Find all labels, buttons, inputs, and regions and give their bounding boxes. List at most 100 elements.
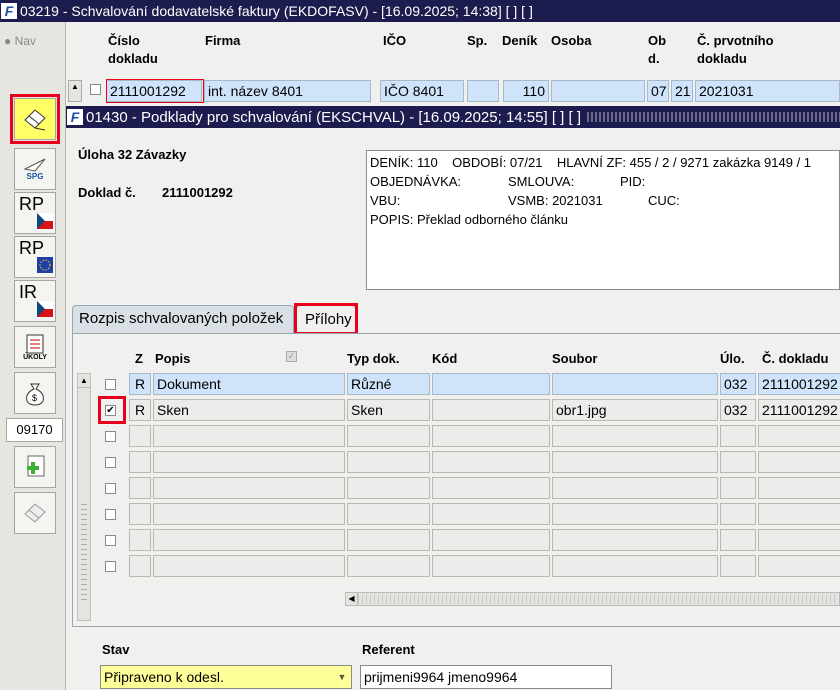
header-checkbox[interactable]: ✓ [286, 351, 297, 362]
grid-cell-typ[interactable] [347, 477, 430, 499]
grid-cell-soubor[interactable] [552, 451, 718, 473]
grid-cell-kod[interactable] [432, 425, 550, 447]
grid-cell-kod[interactable] [432, 529, 550, 551]
rp-cz-button[interactable]: RP [14, 192, 56, 234]
attachment-checkbox[interactable] [105, 457, 116, 468]
grid-cell-typ[interactable] [347, 451, 430, 473]
grid-cell-ulo[interactable] [720, 529, 756, 551]
grid-cell-popis[interactable] [153, 477, 345, 499]
grid-cell-kod[interactable] [432, 373, 550, 395]
rp-cz-icon [37, 213, 53, 229]
ukoly-button[interactable]: ÚKOLY [14, 326, 56, 368]
tab-rozpis[interactable]: Rozpis schvalovaných položek [72, 305, 294, 333]
grid-cell-cd[interactable] [758, 425, 840, 447]
grid-cell-cd[interactable] [758, 503, 840, 525]
grid-cell-z[interactable] [129, 503, 151, 525]
attachment-checkbox[interactable] [105, 509, 116, 520]
grid-cell-cd[interactable]: 2111001292 [758, 373, 840, 395]
attachment-checkbox[interactable] [105, 535, 116, 546]
grid-cell-kod[interactable] [432, 477, 550, 499]
grid-cell-soubor[interactable] [552, 503, 718, 525]
grid-cell-typ[interactable] [347, 503, 430, 525]
grid-cell-cd[interactable] [758, 477, 840, 499]
grid-cell-popis[interactable]: Dokument [153, 373, 345, 395]
grid-cell-popis[interactable] [153, 451, 345, 473]
grid-cell-z[interactable] [129, 477, 151, 499]
obd-year-cell[interactable]: 21 [671, 80, 693, 102]
grid-cell-ulo[interactable] [720, 555, 756, 577]
grid-cell-cd[interactable] [758, 555, 840, 577]
osoba-cell[interactable] [551, 80, 645, 102]
grid-cell-ulo[interactable] [720, 477, 756, 499]
rp-eu-icon [37, 257, 53, 273]
grid-cell-soubor[interactable] [552, 555, 718, 577]
grid-hscrollbar[interactable]: ◀ [345, 592, 840, 606]
attachment-checkbox[interactable] [105, 379, 116, 390]
grid-cell-popis[interactable] [153, 503, 345, 525]
grid-cell-z[interactable]: R [129, 399, 151, 421]
grid-cell-z[interactable]: R [129, 373, 151, 395]
firma-cell[interactable]: int. název 8401 [204, 80, 371, 102]
referent-field[interactable]: prijmeni9964 jmeno9964 [360, 665, 612, 689]
chevron-down-icon[interactable]: ▼ [334, 667, 350, 687]
add-document-button[interactable] [14, 446, 56, 488]
attachment-checkbox[interactable] [105, 483, 116, 494]
attachment-checkbox[interactable] [105, 431, 116, 442]
col-sp-header: Sp. [467, 33, 488, 48]
grid-cell-z[interactable] [129, 529, 151, 551]
grid-cell-typ[interactable] [347, 555, 430, 577]
grid-cell-ulo[interactable] [720, 451, 756, 473]
grid-col-cdoklad: Č. dokladu [762, 351, 829, 366]
grid-cell-ulo[interactable] [720, 503, 756, 525]
nav-toggle[interactable]: ● Nav [4, 34, 36, 48]
grid-vscrollbar[interactable]: ▲ [77, 373, 91, 621]
grid-cell-kod[interactable] [432, 399, 550, 421]
grid-cell-popis[interactable]: Sken [153, 399, 345, 421]
sp-cell[interactable] [467, 80, 499, 102]
info-line-1: DENÍK: 110 OBDOBÍ: 07/21 HLAVNÍ ZF: 455 … [370, 155, 812, 170]
grid-cell-cd[interactable]: 2111001292 [758, 399, 840, 421]
ir-cz-button[interactable]: IR [14, 280, 56, 322]
grid-cell-popis[interactable] [153, 529, 345, 551]
grid-cell-ulo[interactable]: 032 [720, 373, 756, 395]
grid-cell-cd[interactable] [758, 451, 840, 473]
grid-hscroll-thumb[interactable] [358, 594, 838, 604]
grid-cell-popis[interactable] [153, 425, 345, 447]
attachment-checkbox[interactable] [105, 561, 116, 572]
grid-cell-soubor[interactable]: obr1.jpg [552, 399, 718, 421]
grid-scroll-up[interactable]: ▲ [78, 374, 90, 388]
grid-cell-typ[interactable]: Sken [347, 399, 430, 421]
grid-cell-cd[interactable] [758, 529, 840, 551]
ir-cz-label: IR [19, 282, 37, 302]
ico-cell[interactable]: IČO 8401 [380, 80, 464, 102]
grid-cell-soubor[interactable] [552, 477, 718, 499]
grid-cell-soubor[interactable] [552, 373, 718, 395]
obd-month-cell[interactable]: 07 [647, 80, 669, 102]
grid-cell-typ[interactable] [347, 529, 430, 551]
stav-label: Stav [102, 642, 130, 657]
grid-cell-soubor[interactable] [552, 425, 718, 447]
grid-cell-ulo[interactable] [720, 425, 756, 447]
grid-cell-kod[interactable] [432, 555, 550, 577]
grid-cell-z[interactable] [129, 555, 151, 577]
grid-cell-typ[interactable] [347, 425, 430, 447]
rp-eu-button[interactable]: RP [14, 236, 56, 278]
grid-scroll-left[interactable]: ◀ [346, 593, 358, 605]
row-scroll-up[interactable]: ▲ [68, 80, 82, 102]
grid-cell-kod[interactable] [432, 451, 550, 473]
grid-cell-ulo[interactable]: 032 [720, 399, 756, 421]
money-bag-button[interactable]: $ [14, 372, 56, 414]
stav-select[interactable]: Připraveno k odesl. ▼ [100, 665, 352, 689]
grid-cell-kod[interactable] [432, 503, 550, 525]
grid-cell-popis[interactable] [153, 555, 345, 577]
grid-cell-soubor[interactable] [552, 529, 718, 551]
info-textarea[interactable]: DENÍK: 110 OBDOBÍ: 07/21 HLAVNÍ ZF: 455 … [366, 150, 840, 290]
grid-cell-typ[interactable]: Různé [347, 373, 430, 395]
spg-button[interactable]: SPG [14, 148, 56, 190]
grid-cell-z[interactable] [129, 451, 151, 473]
denik-cell[interactable]: 110 [503, 80, 549, 102]
row-checkbox[interactable] [90, 84, 101, 95]
prvotni-cell[interactable]: 2021031 [695, 80, 840, 102]
sub-window-title: 01430 - Podklady pro schvalování (EKSCHV… [86, 108, 581, 126]
grid-cell-z[interactable] [129, 425, 151, 447]
